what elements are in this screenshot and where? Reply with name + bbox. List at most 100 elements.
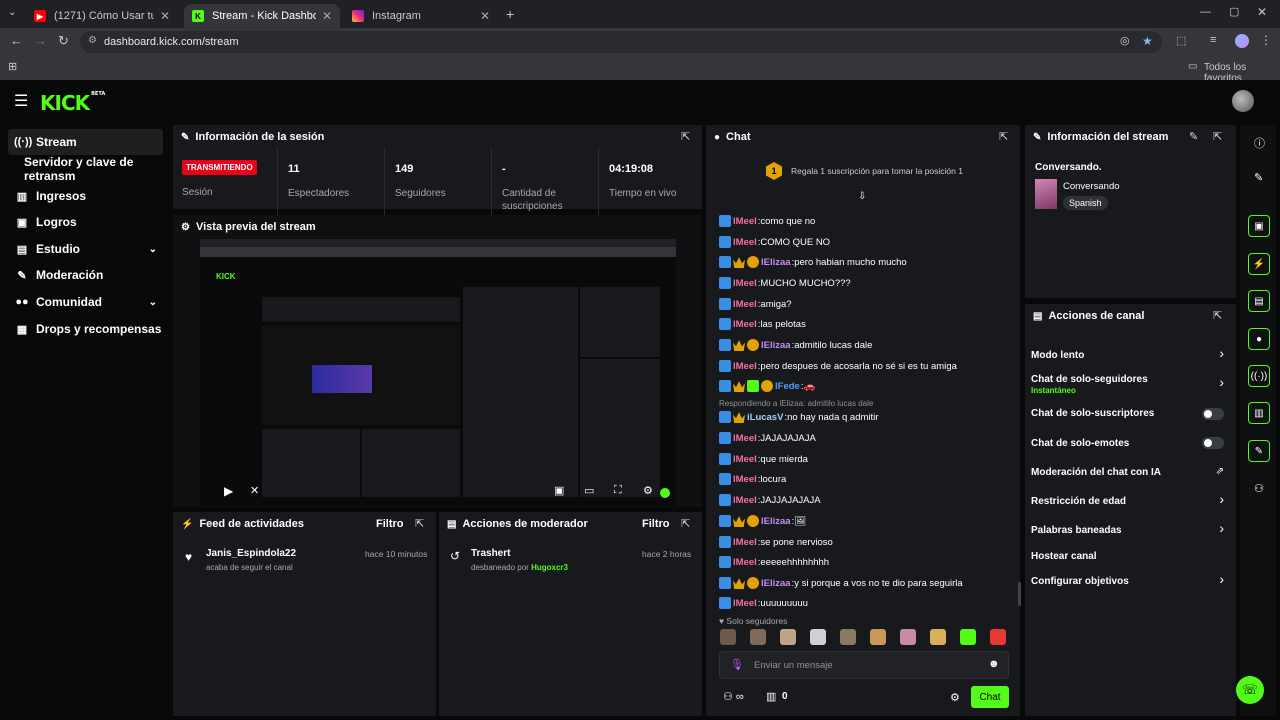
points-icon[interactable]: ⚇ ∞	[723, 690, 744, 703]
document-icon[interactable]: ▤	[1248, 290, 1270, 312]
user-avatar[interactable]	[1232, 90, 1254, 112]
chat-username[interactable]: lElizaa	[761, 578, 791, 589]
hamburger-menu-icon[interactable]: ☰	[14, 91, 28, 111]
info-icon[interactable]: ⓘ	[1254, 135, 1265, 151]
emote[interactable]	[720, 629, 736, 645]
emoji-icon[interactable]: ☻	[988, 658, 1000, 670]
emote[interactable]	[900, 629, 916, 645]
microphone-icon[interactable]: 🎙	[730, 658, 744, 671]
chat-scrollbar[interactable]	[1018, 582, 1021, 606]
minimize-icon[interactable]: —	[1200, 6, 1211, 18]
tab-instagram[interactable]: Instagram ✕	[344, 4, 498, 28]
sidebar-item-estudio[interactable]: ▤ Estudio ⌄	[8, 236, 163, 262]
sidebar-item-server-key[interactable]: Servidor y clave de retransm	[18, 155, 178, 183]
filter-button[interactable]: Filtro	[376, 518, 404, 530]
emote[interactable]	[930, 629, 946, 645]
chat-username[interactable]: lFede	[775, 381, 800, 392]
play-icon[interactable]: ▶	[224, 484, 233, 498]
sidebar-item-drops[interactable]: ▦ Drops y recompensas	[8, 316, 163, 342]
chat-settings-icon[interactable]: ⚙	[950, 691, 960, 704]
help-support-icon[interactable]: ☏	[1236, 676, 1264, 704]
maximize-icon[interactable]: ▢	[1229, 5, 1239, 18]
emote[interactable]	[780, 629, 796, 645]
url-input[interactable]: ⚙ dashboard.kick.com/stream ◎ ★	[80, 31, 1162, 53]
chat-username[interactable]: lMeel	[733, 537, 757, 548]
mute-icon[interactable]: ✕	[250, 484, 259, 497]
subscribers-only-toggle[interactable]	[1202, 408, 1224, 420]
mod-action-moderator[interactable]: Hugoxcr3	[531, 563, 568, 572]
chevron-right-icon[interactable]: ›	[1219, 345, 1224, 361]
gift-icon[interactable]: ▥	[766, 690, 776, 703]
edit-icon[interactable]: ✎	[1254, 171, 1263, 184]
category-thumbnail[interactable]	[1035, 179, 1057, 209]
window-close-icon[interactable]: ✕	[1257, 5, 1267, 19]
channel-action-solo-seguidores[interactable]: Chat de solo-seguidores Instantáneo	[1031, 374, 1148, 395]
chat-bubble-icon[interactable]: ●	[1248, 328, 1270, 350]
site-info-icon[interactable]: ⚙	[88, 35, 97, 46]
chat-username[interactable]: lMeel	[733, 557, 757, 568]
chat-username[interactable]: lMeel	[733, 454, 757, 465]
new-tab-icon[interactable]: +	[506, 6, 514, 22]
pinned-toggle-icon[interactable]: ⇩	[858, 191, 866, 202]
extensions-icon[interactable]: ⬚	[1176, 34, 1186, 47]
channel-action-ia-moderation[interactable]: Moderación del chat con IA	[1031, 467, 1161, 478]
edit-icon[interactable]: ✎	[1189, 130, 1198, 143]
pip-icon[interactable]: ▣	[554, 484, 564, 497]
chevron-right-icon[interactable]: ›	[1219, 374, 1224, 390]
popout-icon[interactable]: ⇱	[681, 517, 690, 530]
chat-input[interactable]: 🎙 Enviar un mensaje ☻	[719, 651, 1009, 679]
close-icon[interactable]: ✕	[160, 9, 170, 23]
chat-username[interactable]: lElizaa	[761, 257, 791, 268]
emote[interactable]	[750, 629, 766, 645]
chat-username[interactable]: lElizaa	[761, 340, 791, 351]
emote[interactable]	[840, 629, 856, 645]
tab-youtube[interactable]: ▶ (1271) Cómo Usar tu Celular co ✕	[26, 4, 178, 28]
channel-action-banned-words[interactable]: Palabras baneadas	[1031, 525, 1122, 536]
send-chat-button[interactable]: Chat	[971, 686, 1009, 708]
emote[interactable]	[990, 629, 1006, 645]
sidebar-item-comunidad[interactable]: ●● Comunidad ⌄	[8, 289, 163, 315]
popout-icon[interactable]: ⇱	[1213, 309, 1222, 322]
bolt-icon[interactable]: ⚡	[1248, 253, 1270, 275]
apps-icon[interactable]: ⊞	[8, 60, 17, 73]
close-icon[interactable]: ✕	[322, 9, 332, 23]
chat-username[interactable]: lMeel	[733, 299, 757, 310]
external-link-icon[interactable]: ⇗	[1216, 466, 1224, 477]
channel-action-solo-suscriptores[interactable]: Chat de solo-suscriptores	[1031, 408, 1154, 419]
kick-logo[interactable]: KICK BETA	[40, 91, 105, 115]
eye-off-icon[interactable]: ◎	[1120, 34, 1130, 47]
chat-username[interactable]: lMeel	[733, 495, 757, 506]
clip-icon[interactable]: ▣	[1248, 215, 1270, 237]
sidebar-item-moderacion[interactable]: ✎ Moderación	[8, 262, 163, 288]
menu-icon[interactable]: ⋮	[1260, 33, 1272, 47]
reload-icon[interactable]: ↻	[58, 33, 69, 49]
close-icon[interactable]: ✕	[480, 9, 490, 23]
users-icon[interactable]: ⚇	[1254, 482, 1264, 495]
chat-username[interactable]: lMeel	[733, 474, 757, 485]
forward-icon[interactable]: →	[34, 33, 47, 48]
channel-action-host[interactable]: Hostear canal	[1031, 551, 1097, 562]
sidebar-item-ingresos[interactable]: ▥ Ingresos	[8, 183, 163, 209]
popout-icon[interactable]: ⇱	[681, 130, 690, 143]
tab-search-icon[interactable]: ⌄	[8, 7, 16, 18]
chat-username[interactable]: lMeel	[733, 361, 757, 372]
chat-username[interactable]: lMeel	[733, 319, 757, 330]
emote[interactable]	[810, 629, 826, 645]
filter-button[interactable]: Filtro	[642, 518, 670, 530]
channel-action-modo-lento[interactable]: Modo lento	[1031, 350, 1084, 361]
channel-action-age-restriction[interactable]: Restricción de edad	[1031, 496, 1126, 507]
back-icon[interactable]: ←	[10, 33, 23, 48]
chevron-right-icon[interactable]: ›	[1219, 571, 1224, 587]
profile-avatar[interactable]	[1235, 34, 1249, 48]
gift-leaderboard-text[interactable]: Regala 1 suscripción para tomar la posic…	[791, 166, 963, 176]
emote[interactable]	[960, 629, 976, 645]
chat-username[interactable]: lMeel	[733, 216, 757, 227]
popout-icon[interactable]: ⇱	[415, 517, 424, 530]
stream-preview-video[interactable]: KICK ▶ ✕ ▣ ▭ ⛶ ⚙	[200, 239, 676, 506]
chevron-right-icon[interactable]: ›	[1219, 491, 1224, 507]
popout-icon[interactable]: ⇱	[999, 130, 1008, 143]
settings-gear-icon[interactable]: ⚙	[643, 484, 653, 497]
chevron-right-icon[interactable]: ›	[1219, 520, 1224, 536]
chat-username[interactable]: lMeel	[733, 598, 757, 609]
chat-username[interactable]: iLucasV	[747, 412, 783, 423]
